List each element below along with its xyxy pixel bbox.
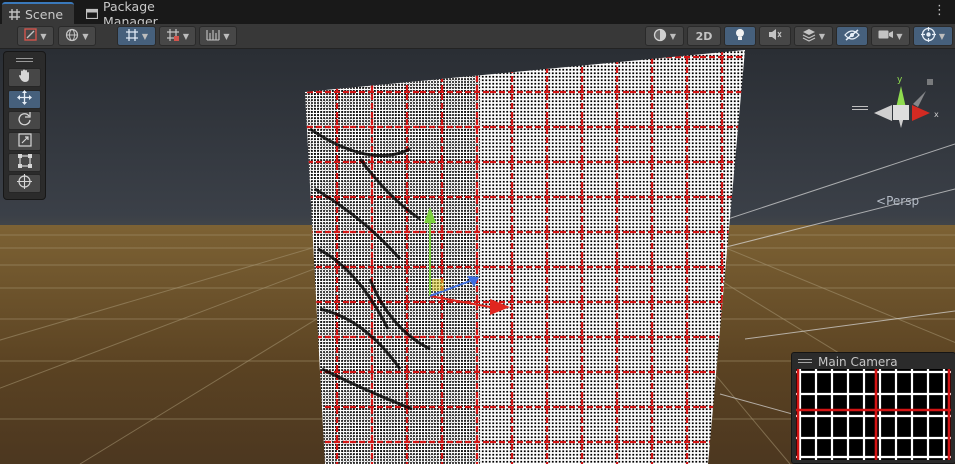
chevron-down-icon: ▼ — [82, 31, 89, 41]
orientation-gizmo[interactable]: y x — [866, 63, 944, 163]
move-icon — [17, 90, 32, 109]
chevron-down-icon: ▼ — [141, 31, 149, 41]
persp-label: Persp — [886, 194, 920, 208]
shading-mode-icon — [653, 28, 667, 45]
ruler-dropdown[interactable]: ▼ — [199, 26, 237, 46]
lighting-toggle[interactable] — [724, 26, 756, 46]
camera-icon — [878, 29, 894, 43]
camera-preview-panel: Main Camera — [791, 352, 955, 464]
effects-icon — [802, 28, 816, 45]
rotate-icon — [17, 111, 32, 130]
2d-toggle-button[interactable]: 2D — [687, 26, 721, 46]
scale-tool-button[interactable] — [8, 132, 41, 151]
chevron-down-icon: ▼ — [182, 31, 190, 41]
projection-label[interactable]: <Persp — [876, 194, 919, 208]
increment-snap-dropdown[interactable]: ▼ — [159, 26, 196, 46]
chevron-down-icon: ▼ — [669, 31, 677, 41]
ruler-icon — [206, 29, 220, 44]
audio-toggle[interactable] — [759, 26, 791, 46]
gizmos-icon — [920, 27, 936, 45]
tools-overlay — [3, 51, 46, 200]
audio-icon — [768, 28, 782, 44]
tools-overlay-grip[interactable] — [16, 58, 33, 62]
kebab-menu-icon[interactable]: ⋮ — [933, 4, 946, 17]
draw-mode-dropdown[interactable]: ▼ — [17, 26, 54, 46]
camera-dropdown[interactable]: ▼ — [871, 26, 910, 46]
rotate-tool-button[interactable] — [8, 111, 41, 130]
gizmos-dropdown[interactable]: ▼ — [913, 26, 953, 46]
transform-tool-button[interactable] — [8, 174, 41, 193]
rect-icon — [17, 153, 32, 172]
grid-icon — [8, 8, 20, 20]
package-icon — [86, 8, 98, 20]
move-tool-button[interactable] — [8, 90, 41, 109]
camera-preview-grip[interactable] — [798, 359, 812, 363]
tab-bar: Scene Package Manager ⋮ — [0, 0, 955, 29]
camera-preview-title: Main Camera — [818, 355, 898, 369]
chevron-down-icon: ▼ — [818, 31, 826, 41]
hand-tool-button[interactable] — [8, 68, 41, 87]
chevron-down-icon: ▼ — [223, 31, 230, 41]
lighting-icon — [734, 28, 746, 45]
global-local-dropdown[interactable]: ▼ — [58, 26, 96, 46]
transform-icon — [17, 174, 32, 193]
tab-scene[interactable]: Scene — [2, 2, 74, 24]
textured-quad — [305, 50, 745, 464]
svg-text:x: x — [934, 110, 939, 119]
hidden-objects-toggle[interactable] — [836, 26, 868, 46]
scale-icon — [17, 132, 32, 151]
rect-tool-button[interactable] — [8, 153, 41, 172]
camera-preview-image — [796, 369, 951, 460]
tab-package-manager[interactable]: Package Manager — [80, 0, 215, 29]
draw-mode-icon — [24, 28, 38, 44]
scene-toolbar: ▼ ▼ ▼ ▼ ▼ ▼ 2D ▼ ▼ ▼ — [0, 24, 955, 49]
grid-snap-toggle[interactable]: ▼ — [117, 26, 156, 46]
chevron-down-icon: ▼ — [40, 31, 47, 41]
chevron-down-icon: ▼ — [896, 31, 903, 41]
chevron-down-icon: ▼ — [938, 31, 946, 41]
grid-snap-icon — [125, 28, 139, 45]
effects-dropdown[interactable]: ▼ — [794, 26, 833, 46]
global-local-icon — [65, 28, 79, 45]
shading-mode-dropdown[interactable]: ▼ — [645, 26, 684, 46]
tab-scene-label: Scene — [25, 6, 64, 22]
hidden-objects-icon — [844, 28, 860, 44]
hand-icon — [18, 68, 32, 87]
scene-viewport[interactable]: y x <Persp Main Camera — [0, 49, 955, 464]
increment-snap-icon — [166, 28, 180, 45]
svg-text:y: y — [897, 75, 903, 85]
